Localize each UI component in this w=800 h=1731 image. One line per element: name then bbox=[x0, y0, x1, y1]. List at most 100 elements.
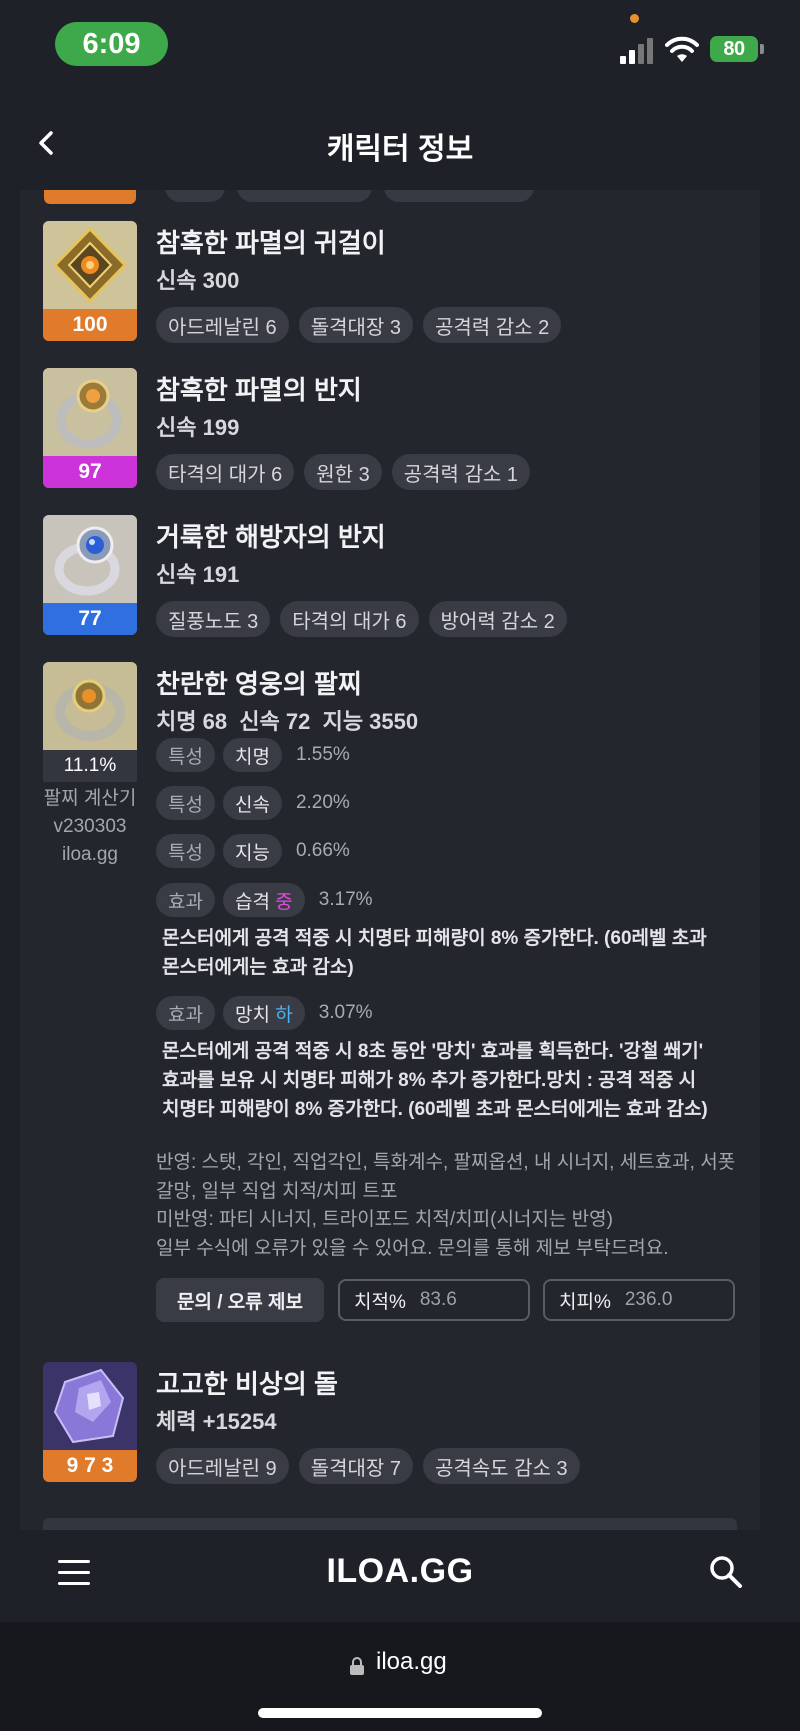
bracelet-calc-note: 팔찌 계산기 v230303 iloa.gg bbox=[40, 785, 140, 869]
engraving-tag: 원한 3 bbox=[304, 454, 382, 490]
item-name: 고고한 비상의 돌 bbox=[156, 1369, 338, 1399]
battery-icon: 80 bbox=[710, 36, 758, 62]
accessory-item[interactable]: 77 거룩한 해방자의 반지 신속 191 질풍노도 3 타격의 대가 6 방어… bbox=[20, 515, 760, 637]
status-time: 6:09 bbox=[55, 22, 168, 66]
crit-rate-field[interactable]: 치적% 83.6 bbox=[338, 1279, 530, 1321]
crit-rate-label: 치적% bbox=[354, 1291, 406, 1313]
effect-description: 몬스터에게 공격 적중 시 8초 동안 '망치' 효과를 획득한다. '강철 쐐… bbox=[162, 1037, 752, 1124]
stone-thumbnail: 9 7 3 bbox=[43, 1362, 137, 1482]
battery-tip bbox=[760, 44, 764, 54]
engraving-tags: 아드레날린 6 돌격대장 3 공격력 감소 2 bbox=[156, 307, 562, 343]
effect-name: 습격 bbox=[234, 891, 270, 913]
item-name: 참혹한 파멸의 귀걸이 bbox=[156, 228, 386, 258]
effect-value: 망치 하 bbox=[222, 996, 305, 1030]
report-error-button[interactable]: 문의 / 오류 제보 bbox=[156, 1278, 324, 1322]
engraving-tags: 타격의 대가 6 원한 3 공격력 감소 1 bbox=[156, 454, 530, 490]
calc-note-line: iloa.gg bbox=[62, 844, 118, 865]
engraving-tag: 돌격대장 7 bbox=[298, 1448, 413, 1484]
engraving-tags: 아드레날린 9 돌격대장 7 공격속도 감소 3 bbox=[156, 1448, 580, 1484]
page-title: 캐릭터 정보 bbox=[326, 133, 474, 166]
equipment-panel: 100 참혹한 파멸의 귀걸이 신속 300 아드레날린 6 돌격대장 3 공격… bbox=[20, 190, 760, 1530]
engraving-tags: 질풍노도 3 타격의 대가 6 방어력 감소 2 bbox=[156, 601, 567, 637]
crit-damage-label: 치피% bbox=[559, 1291, 611, 1313]
calculation-notes: 반영: 스탯, 각인, 직업각인, 특화계수, 팔찌옵션, 내 시너지, 세트효… bbox=[156, 1149, 756, 1263]
wifi-icon bbox=[665, 36, 699, 62]
item-name: 거룩한 해방자의 반지 bbox=[156, 522, 386, 552]
crit-damage-value: 236.0 bbox=[624, 1289, 673, 1310]
signal-icon bbox=[620, 36, 654, 64]
engraving-tag: 질풍노도 3 bbox=[156, 601, 271, 637]
accessory-item[interactable]: 97 참혹한 파멸의 반지 신속 199 타격의 대가 6 원한 3 공격력 감… bbox=[20, 368, 760, 490]
note-line: 반영: 스탯, 각인, 직업각인, 특화계수, 팔찌옵션, 내 시너지, 세트효… bbox=[156, 1152, 736, 1173]
home-indicator[interactable] bbox=[258, 1708, 542, 1718]
trait-value: 치명 bbox=[222, 738, 282, 772]
quality-badge: 100 bbox=[43, 309, 137, 341]
earring-thumbnail: 100 bbox=[43, 221, 137, 341]
search-icon[interactable] bbox=[708, 1554, 744, 1590]
effect-description-line: 치명타 피해량이 8% 증가한다. (60레벨 초과 몬스터에게는 효과 감소) bbox=[162, 1099, 708, 1120]
item-stat: 신속 199 bbox=[156, 415, 240, 440]
engraving-tag: 타격의 대가 6 bbox=[280, 601, 419, 637]
url-text[interactable]: iloa.gg bbox=[376, 1648, 447, 1676]
trait-label: 특성 bbox=[156, 738, 215, 772]
browser-url-bar: iloa.gg bbox=[0, 1622, 800, 1731]
privacy-indicator-dot bbox=[630, 14, 639, 23]
quality-badge: 97 bbox=[43, 456, 137, 488]
ability-stone-icon bbox=[43, 1362, 137, 1450]
effect-description-line: 몬스터에게는 효과 감소) bbox=[162, 957, 354, 978]
effect-grade: 중 bbox=[275, 891, 293, 913]
effect-label: 효과 bbox=[156, 883, 215, 917]
trait-percent: 1.55% bbox=[295, 744, 350, 765]
bracelet-stats: 치명 68 신속 72 지능 3550 bbox=[156, 709, 419, 734]
bottom-navbar: ILOA.GG bbox=[0, 1530, 800, 1622]
next-section-edge bbox=[43, 1518, 737, 1530]
accessory-item[interactable]: 100 참혹한 파멸의 귀걸이 신속 300 아드레날린 6 돌격대장 3 공격… bbox=[20, 221, 760, 343]
earring-icon bbox=[43, 221, 137, 309]
effect-description-line: 몬스터에게 공격 적중 시 8초 동안 '망치' 효과를 획득한다. '강철 쐐… bbox=[162, 1041, 704, 1062]
blue-gem-ring-icon bbox=[43, 515, 137, 603]
quality-badge: 77 bbox=[43, 603, 137, 635]
note-line: 미반영: 파티 시너지, 트라이포드 치적/치피(시너지는 반영) bbox=[156, 1209, 613, 1230]
calc-note-line: 팔찌 계산기 bbox=[43, 788, 137, 809]
status-bar: 6:09 80 bbox=[0, 0, 800, 90]
bracelet-section: 11.1% 팔찌 계산기 v230303 iloa.gg 찬란한 영웅의 팔찌 … bbox=[20, 662, 760, 1402]
engraving-tag: 아드레날린 9 bbox=[156, 1448, 289, 1484]
effect-percent: 3.17% bbox=[318, 889, 373, 910]
previous-item-chip bbox=[237, 190, 372, 202]
engraving-tag: 타격의 대가 6 bbox=[156, 454, 295, 490]
effect-description: 몬스터에게 공격 적중 시 치명타 피해량이 8% 증가한다. (60레벨 초과… bbox=[162, 924, 752, 982]
trait-percent: 2.20% bbox=[295, 792, 350, 813]
engraving-tag: 공격력 감소 2 bbox=[422, 307, 562, 343]
engraving-tag: 돌격대장 3 bbox=[298, 307, 413, 343]
note-line: 갈망, 일부 직업 치적/치피 트포 bbox=[156, 1180, 398, 1202]
item-stat: 신속 300 bbox=[156, 268, 240, 293]
note-line: 일부 수식에 오류가 있을 수 있어요. 문의를 통해 제보 부탁드려요. bbox=[156, 1237, 669, 1259]
crit-rate-value: 83.6 bbox=[419, 1289, 457, 1310]
app-header: 캐릭터 정보 bbox=[0, 90, 800, 190]
engraving-tag: 공격력 감소 1 bbox=[391, 454, 530, 490]
effect-grade: 하 bbox=[275, 1004, 293, 1026]
effect-name: 망치 bbox=[234, 1004, 270, 1026]
previous-item-chip bbox=[165, 190, 225, 202]
item-name: 참혹한 파멸의 반지 bbox=[156, 375, 362, 405]
item-name: 찬란한 영웅의 팔찌 bbox=[156, 669, 362, 699]
engraving-tag: 방어력 감소 2 bbox=[428, 601, 567, 637]
effect-label: 효과 bbox=[156, 996, 215, 1030]
site-logo[interactable]: ILOA.GG bbox=[0, 1552, 800, 1591]
engraving-tag: 아드레날린 6 bbox=[156, 307, 289, 343]
calc-note-line: v230303 bbox=[53, 816, 127, 837]
trait-label: 특성 bbox=[156, 834, 215, 868]
trait-percent: 0.66% bbox=[295, 840, 350, 861]
item-stat: 체력 +15254 bbox=[156, 1409, 277, 1434]
ring-thumbnail: 77 bbox=[43, 515, 137, 635]
previous-item-quality-bar bbox=[44, 190, 136, 204]
bracelet-effect-row: 효과 망치 하 3.07% bbox=[156, 996, 373, 1030]
quality-badge: 9 7 3 bbox=[43, 1450, 137, 1482]
ring-icon bbox=[43, 368, 137, 456]
item-stat: 신속 191 bbox=[156, 562, 240, 587]
crit-damage-field[interactable]: 치피% 236.0 bbox=[543, 1279, 735, 1321]
bracelet-trait-row: 특성 치명 1.55% bbox=[156, 738, 350, 772]
trait-value: 지능 bbox=[222, 834, 282, 868]
ability-stone-item[interactable]: 9 7 3 고고한 비상의 돌 체력 +15254 아드레날린 9 돌격대장 7… bbox=[20, 1362, 760, 1484]
effect-description-line: 몬스터에게 공격 적중 시 치명타 피해량이 8% 증가한다. (60레벨 초과 bbox=[162, 928, 707, 949]
